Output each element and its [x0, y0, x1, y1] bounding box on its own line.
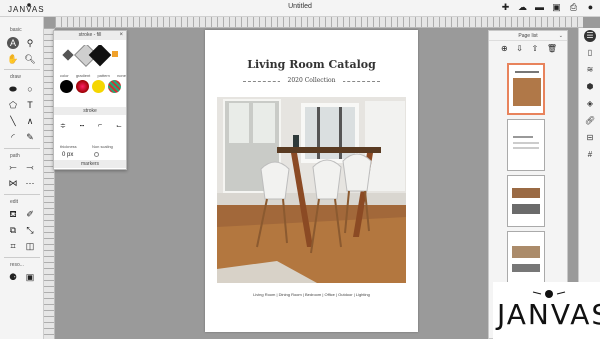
- search-icon[interactable]: 🔍︎: [24, 53, 36, 65]
- user-icon[interactable]: ●: [585, 2, 596, 13]
- objects-icon[interactable]: ⬢: [584, 81, 596, 93]
- stroke-cap-icon[interactable]: ⌙: [116, 122, 122, 132]
- non-scaling-checkbox[interactable]: [94, 152, 99, 157]
- device-icon[interactable]: ▬: [534, 2, 545, 13]
- thickness-label: thickness: [60, 144, 77, 149]
- ruler-horizontal[interactable]: [55, 17, 583, 28]
- document-page[interactable]: Living Room Catalog 2020 Collection Livi…: [205, 30, 418, 332]
- arc-tool-icon[interactable]: ◜: [7, 131, 19, 143]
- ellipse-tool-icon[interactable]: ⬬: [7, 83, 19, 95]
- link-icon[interactable]: 🔗︎: [584, 115, 596, 127]
- stroke-fill-panel: stroke - fill × color gradient pattern n…: [53, 30, 127, 170]
- watermark-logo: JANVAS: [493, 282, 600, 339]
- fill-bucket-icon[interactable]: ⛾: [7, 208, 19, 220]
- line-tool-icon[interactable]: ╲: [7, 115, 19, 127]
- pen-tool-icon[interactable]: ✎: [24, 131, 36, 143]
- panel-toggle-icon[interactable]: ☰: [584, 30, 596, 42]
- panel-header[interactable]: stroke - fill ×: [54, 31, 126, 40]
- move-page-up-icon[interactable]: ⇧: [532, 44, 539, 53]
- stroke-join-icon[interactable]: ⌐: [98, 122, 102, 132]
- grid-icon[interactable]: #: [584, 149, 596, 161]
- none-swatch[interactable]: [108, 80, 121, 93]
- add-icon[interactable]: ✚: [500, 2, 511, 13]
- section-label-path: path: [10, 153, 20, 159]
- stroke-dash-icon[interactable]: ┅: [80, 122, 84, 132]
- select-tool-icon[interactable]: A: [7, 37, 19, 49]
- watermark-text: JANVAS: [497, 298, 600, 331]
- page-thumbnail[interactable]: [507, 63, 545, 115]
- hand-icon[interactable]: ✋: [7, 53, 19, 65]
- node-edit-icon[interactable]: ⤚: [7, 161, 19, 173]
- move-page-down-icon[interactable]: ⇩: [516, 44, 523, 53]
- section-label-edit: edit: [10, 199, 19, 205]
- dining-room-image: [217, 97, 406, 283]
- print-icon[interactable]: ⎙: [568, 2, 579, 13]
- section-label-draw: draw: [10, 74, 21, 80]
- swap-icon: [62, 49, 74, 61]
- none-tab[interactable]: none: [117, 73, 126, 78]
- page-subtitle[interactable]: 2020 Collection: [280, 77, 343, 84]
- add-page-icon[interactable]: ⊕: [501, 44, 508, 53]
- logo-text: JANVAS: [8, 5, 45, 14]
- stroke-width-icon[interactable]: ≑: [60, 122, 66, 132]
- page-list-title: Page list: [518, 33, 538, 39]
- close-icon[interactable]: ×: [119, 31, 123, 40]
- category-nav[interactable]: Living Room | Dining Room | Bedroom | Of…: [205, 292, 418, 297]
- eyedropper-icon[interactable]: ✐: [24, 208, 36, 220]
- polyline-tool-icon[interactable]: ∧: [24, 115, 36, 127]
- node-split-icon[interactable]: ⋈: [7, 177, 19, 189]
- node-add-icon[interactable]: ⤙: [24, 161, 36, 173]
- non-scaling-label: Non scaling: [92, 144, 113, 149]
- room-photo[interactable]: [217, 97, 406, 283]
- text-tool-icon[interactable]: T: [24, 99, 36, 111]
- fill-stroke-swatch[interactable]: [60, 42, 122, 71]
- pages-icon[interactable]: ▯: [584, 47, 596, 59]
- pattern-swatch[interactable]: [92, 80, 105, 93]
- app-logo[interactable]: JANVAS: [8, 2, 48, 15]
- document-title[interactable]: Untitled: [270, 3, 330, 10]
- library-icon[interactable]: ⚈: [7, 271, 19, 283]
- markers-section-header[interactable]: markers: [54, 160, 126, 168]
- image-icon[interactable]: ▣: [24, 271, 36, 283]
- delete-page-icon[interactable]: 🗑︎: [547, 44, 557, 53]
- polygon-tool-icon[interactable]: ⬠: [7, 99, 19, 111]
- top-bar: JANVAS Untitled ✚ ☁ ▬ ▣ ⎙ ●: [0, 0, 600, 17]
- color-swatch-black[interactable]: [60, 80, 73, 93]
- page-title[interactable]: Living Room Catalog: [205, 58, 418, 71]
- color-tab[interactable]: color: [60, 73, 69, 78]
- share-icon[interactable]: ☁: [517, 2, 528, 13]
- page-thumbnail[interactable]: [507, 175, 545, 227]
- section-label-resources: reso...: [10, 262, 24, 268]
- transform-icon[interactable]: ⤡: [24, 224, 36, 236]
- layers-icon[interactable]: ≋: [584, 64, 596, 76]
- fill-icon[interactable]: ◈: [584, 98, 596, 110]
- pattern-tab[interactable]: pattern: [97, 73, 109, 78]
- zoom-icon[interactable]: ⚲: [24, 37, 36, 49]
- crop-icon[interactable]: ⌗: [7, 240, 19, 252]
- chevron-down-icon[interactable]: ⌄: [559, 31, 563, 41]
- left-toolbar: basic A ⚲ ✋ 🔍︎ draw ⬬ ○ ⬠ T ╲ ∧ ◜ ✎ path…: [0, 17, 44, 339]
- save-icon[interactable]: ▣: [551, 2, 562, 13]
- thickness-input[interactable]: 0 px: [62, 152, 73, 158]
- stroke-section-header: stroke: [54, 107, 126, 115]
- panel-title: stroke - fill: [78, 32, 102, 38]
- page-thumbnail[interactable]: [507, 231, 545, 283]
- gradient-tab[interactable]: gradient: [76, 73, 90, 78]
- align-icon[interactable]: ⊟: [584, 132, 596, 144]
- circle-tool-icon[interactable]: ○: [24, 83, 36, 95]
- section-label-basic: basic: [10, 27, 22, 33]
- clone-icon[interactable]: ⧉: [7, 224, 19, 236]
- page-thumbnail[interactable]: [507, 119, 545, 171]
- gradient-swatch[interactable]: [76, 80, 89, 93]
- mask-icon[interactable]: ◫: [24, 240, 36, 252]
- node-join-icon[interactable]: ⋯: [24, 177, 36, 189]
